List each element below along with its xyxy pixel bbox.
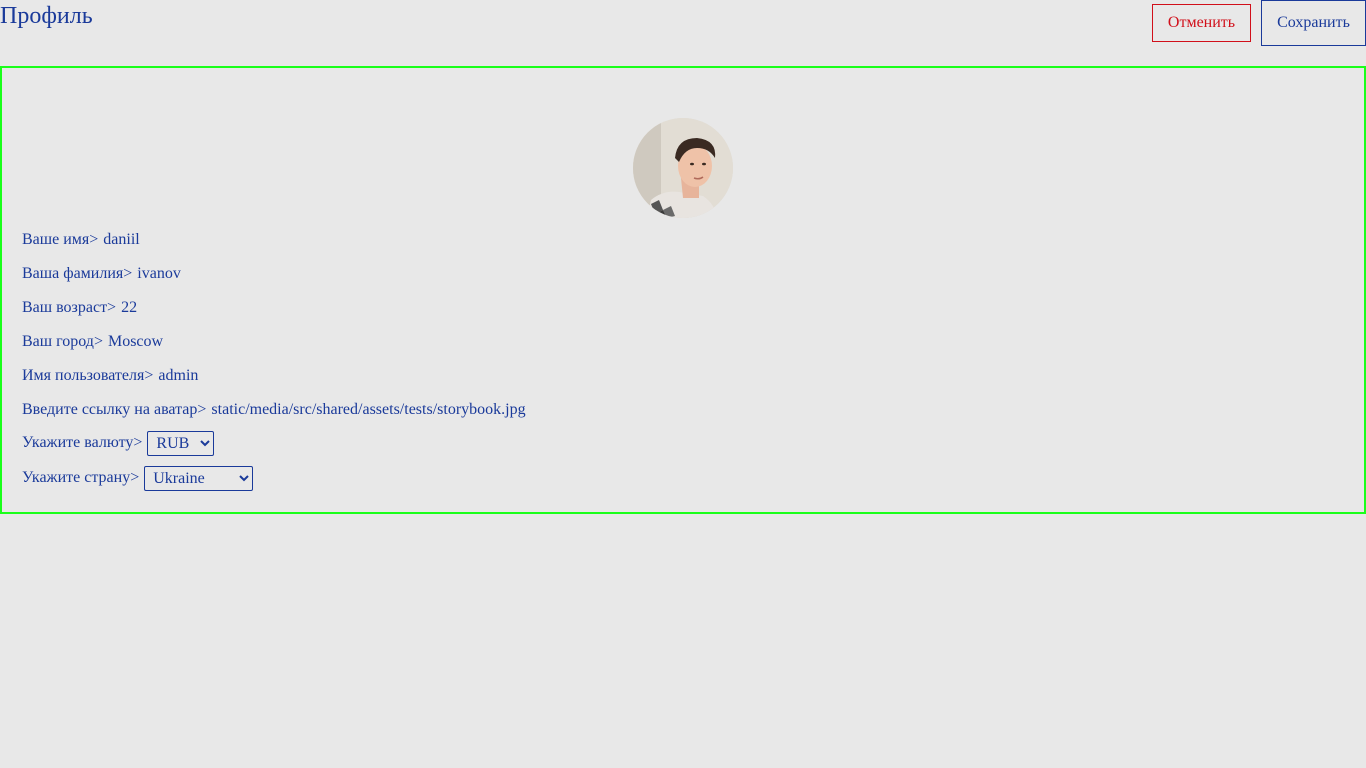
currency-label: Укажите валюту> (22, 434, 143, 452)
age-value[interactable]: 22 (121, 299, 137, 316)
city-field: Ваш город> Moscow (22, 332, 163, 352)
first-name-value[interactable]: daniil (103, 231, 139, 248)
avatar (633, 118, 733, 218)
first-name-field: Ваше имя> daniil (22, 230, 140, 250)
city-value[interactable]: Moscow (108, 333, 163, 350)
profile-card: Ваше имя> daniil Ваша фамилия> ivanov Ваш … (0, 66, 1366, 514)
last-name-field: Ваша фамилия> ivanov (22, 264, 181, 284)
avatar-url-value[interactable]: static/media/src/shared/assets/tests/sto… (211, 401, 525, 418)
avatar-url-label: Введите ссылку на аватар> (22, 401, 207, 418)
username-field: Имя пользователя> admin (22, 366, 198, 386)
avatar-url-field: Введите ссылку на аватар> static/media/sr… (22, 400, 526, 420)
avatar-image (633, 118, 733, 218)
cancel-button[interactable]: Отменить (1152, 4, 1251, 42)
page-header: Профиль Отменить Сохранить (0, 0, 1366, 60)
first-name-label: Ваше имя> (22, 231, 99, 248)
last-name-value[interactable]: ivanov (137, 265, 181, 282)
last-name-label: Ваша фамилия> (22, 265, 133, 282)
save-button[interactable]: Сохранить (1261, 0, 1366, 46)
age-field: Ваш возраст> 22 (22, 298, 137, 318)
city-label: Ваш город> (22, 333, 103, 350)
username-value[interactable]: admin (158, 367, 198, 384)
country-label: Укажите страну> (22, 469, 140, 487)
currency-select[interactable]: RUB (147, 431, 215, 456)
currency-field: Укажите валюту> RUB (22, 431, 215, 456)
username-label: Имя пользователя> (22, 367, 154, 384)
page-title: Профиль (0, 3, 93, 29)
age-label: Ваш возраст> (22, 299, 117, 316)
country-select[interactable]: Ukraine (144, 466, 254, 491)
country-field: Укажите страну> Ukraine (22, 466, 254, 491)
